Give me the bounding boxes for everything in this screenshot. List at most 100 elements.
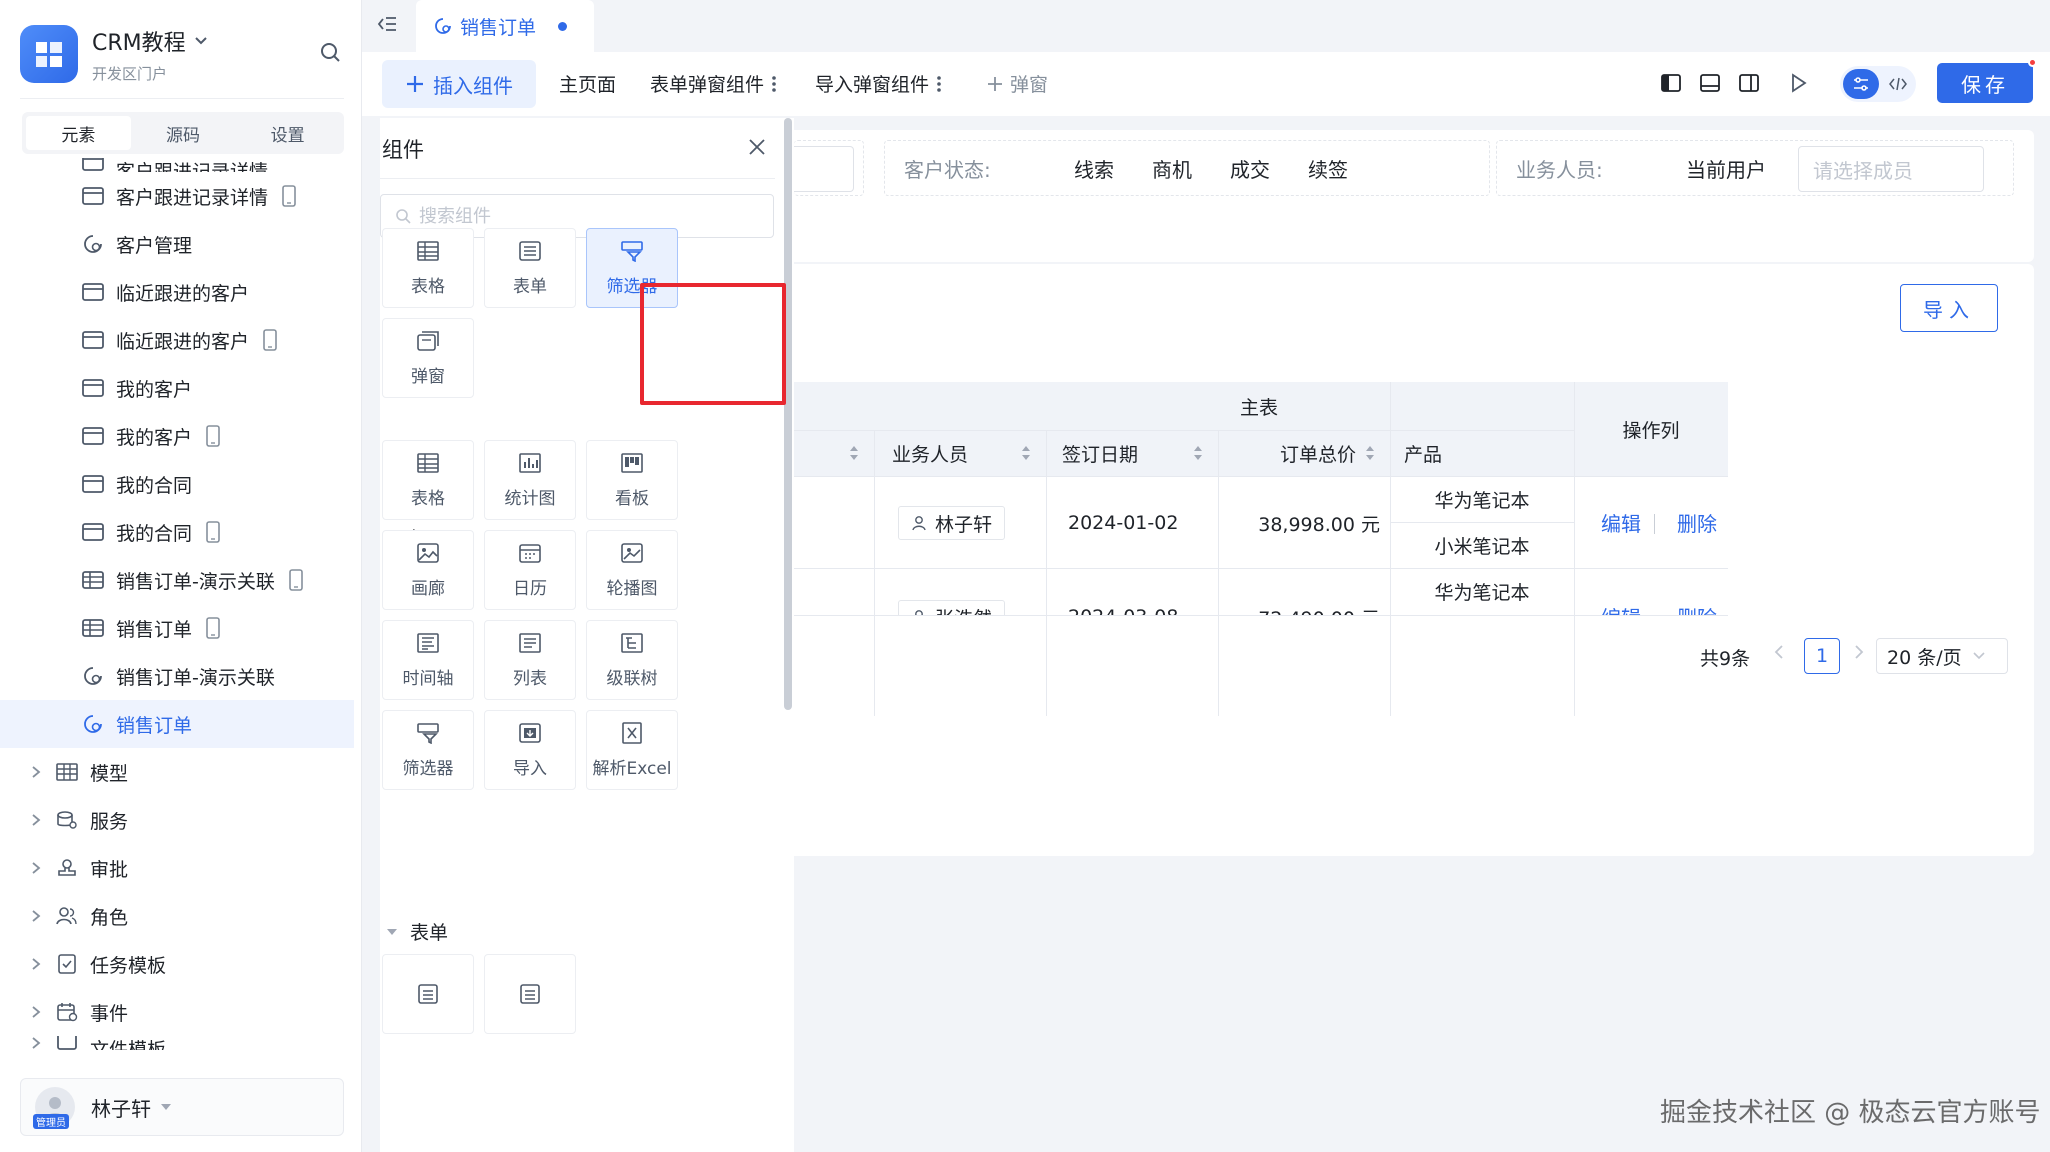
close-icon[interactable] <box>748 138 766 156</box>
tree-item[interactable]: 临近跟进的客户 <box>0 316 354 364</box>
tab-source[interactable]: 源码 <box>131 116 236 150</box>
column-header[interactable]: 业务人员 <box>874 430 1046 476</box>
member-select[interactable]: 请选择成员 <box>1798 146 1984 192</box>
search-icon[interactable] <box>318 40 361 64</box>
component-card[interactable]: 导入 <box>484 710 576 790</box>
component-card[interactable] <box>484 954 576 1034</box>
edit-link[interactable]: 编辑 <box>1601 508 1641 537</box>
component-card[interactable]: 表格 <box>382 228 474 308</box>
panel-scrollbar[interactable] <box>784 118 792 710</box>
next-page-icon[interactable] <box>1852 642 1866 662</box>
component-search-input[interactable] <box>419 205 749 227</box>
filter-component[interactable]: 客户状态: 线索 商机 成交 续签 业务人员: 当前用户 请选择成员 <box>794 130 2034 262</box>
component-card[interactable] <box>382 954 474 1034</box>
tree-group[interactable]: 文件模板 <box>0 1036 354 1050</box>
component-card[interactable]: 时间轴 <box>382 620 474 700</box>
layout-right-icon[interactable] <box>1738 72 1760 94</box>
tab-elements[interactable]: 元素 <box>26 116 131 150</box>
tree-group[interactable]: 服务 <box>0 796 354 844</box>
preview-play-icon[interactable] <box>1787 72 1809 94</box>
edit-link[interactable]: 编辑 <box>1601 602 1641 615</box>
layout-left-icon[interactable] <box>1660 72 1682 94</box>
tree-item[interactable]: 客户跟进记录详情 <box>0 172 354 220</box>
tree-item[interactable]: 销售订单-演示关联 <box>0 652 354 700</box>
component-card[interactable]: 看板 <box>586 440 678 520</box>
page-tab[interactable]: 销售订单 <box>416 0 594 52</box>
tree-item[interactable]: 我的客户 <box>0 364 354 412</box>
delete-link[interactable]: 删除 <box>1677 508 1717 537</box>
tree-item[interactable]: 我的合同 <box>0 460 354 508</box>
tree-group[interactable]: 任务模板 <box>0 940 354 988</box>
tab-settings[interactable]: 设置 <box>235 116 340 150</box>
role-badge: 管理员 <box>33 1114 69 1129</box>
status-option[interactable]: 续签 <box>1308 154 1348 183</box>
component-card[interactable]: 弹窗 <box>382 318 474 398</box>
status-option[interactable]: 线索 <box>1074 154 1114 183</box>
tree-group[interactable]: 角色 <box>0 892 354 940</box>
tree-item[interactable]: 销售订单 <box>0 604 354 652</box>
tree-item[interactable]: 我的合同 <box>0 508 354 556</box>
status-option[interactable]: 成交 <box>1230 154 1270 183</box>
filter-icon <box>620 240 644 262</box>
collapse-sidebar-icon[interactable] <box>376 14 398 34</box>
import-button[interactable]: 导入 <box>1900 284 1998 332</box>
component-card[interactable]: 统计图 <box>484 440 576 520</box>
component-card[interactable]: 日历 <box>484 530 576 610</box>
component-card[interactable]: 解析Excel <box>586 710 678 790</box>
more-vertical-icon[interactable] <box>770 74 778 94</box>
tree-item[interactable]: 我的客户 <box>0 412 354 460</box>
user-menu[interactable]: 管理员 林子轩 <box>20 1078 344 1136</box>
component-card[interactable]: 表格 <box>382 440 474 520</box>
app-brand[interactable]: CRM教程 开发区门户 <box>20 20 350 88</box>
component-card[interactable]: 画廊 <box>382 530 474 610</box>
user-icon <box>915 610 923 615</box>
page-size-select[interactable]: 20 条/页 <box>1876 638 2008 674</box>
tree-item[interactable]: 销售订单-演示关联 <box>0 556 354 604</box>
product-cell: 华为笔记本 <box>1434 489 1530 512</box>
tree-item[interactable]: 客户管理 <box>0 220 354 268</box>
column-header[interactable] <box>794 430 874 476</box>
main-page-tab[interactable]: 主页面 <box>559 70 616 97</box>
component-card[interactable]: 筛选器 <box>382 710 474 790</box>
sort-icon[interactable] <box>848 444 860 462</box>
page-tab-label: 销售订单 <box>460 16 537 39</box>
tree-group[interactable]: 模型 <box>0 748 354 796</box>
tree-item[interactable]: 客户跟进记录详情 <box>0 158 354 172</box>
tree-item-label: 客户跟进记录详情 <box>116 186 269 209</box>
column-header[interactable]: 产品 <box>1390 430 1574 476</box>
sort-icon[interactable] <box>1192 444 1204 462</box>
prev-page-icon[interactable] <box>1772 642 1786 662</box>
tree-group[interactable]: 事件 <box>0 988 354 1036</box>
section-form[interactable]: 表单 <box>386 918 448 945</box>
status-option[interactable]: 商机 <box>1152 154 1192 183</box>
component-card[interactable]: 筛选器 <box>586 228 678 308</box>
component-card[interactable]: 表单 <box>484 228 576 308</box>
page-size-value: 20 条/页 <box>1887 646 1962 669</box>
tree-group[interactable]: 审批 <box>0 844 354 892</box>
component-card-label: 看板 <box>615 488 649 509</box>
component-card[interactable]: 列表 <box>484 620 576 700</box>
column-header[interactable]: 签订日期 <box>1046 430 1218 476</box>
component-card[interactable]: 级联树 <box>586 620 678 700</box>
salesperson-option[interactable]: 当前用户 <box>1686 154 1766 183</box>
component-card[interactable]: 轮播图 <box>586 530 678 610</box>
import-modal-tab[interactable]: 导入弹窗组件 <box>815 70 943 97</box>
column-header[interactable]: 订单总价 <box>1218 430 1390 476</box>
more-vertical-icon[interactable] <box>935 74 943 94</box>
sort-icon[interactable] <box>1020 444 1032 462</box>
page-number[interactable]: 1 <box>1804 638 1840 674</box>
filter-input[interactable] <box>794 146 854 192</box>
save-button[interactable]: 保存 <box>1937 63 2033 103</box>
chevron-down-icon[interactable] <box>194 36 208 46</box>
table-component[interactable]: 导入 主表 业务人员 签订日期 订单总价 产品 操作列 林子轩 2024-01-… <box>794 264 2034 856</box>
tree-group-label: 模型 <box>90 762 129 785</box>
mode-toggle[interactable] <box>1840 66 1916 102</box>
tree-item[interactable]: 销售订单 <box>0 700 354 748</box>
sort-icon[interactable] <box>1364 444 1376 462</box>
insert-component-button[interactable]: 插入组件 <box>382 60 536 108</box>
tree-item[interactable]: 临近跟进的客户 <box>0 268 354 316</box>
add-modal-button[interactable]: 弹窗 <box>986 70 1048 97</box>
delete-link[interactable]: 删除 <box>1677 602 1717 615</box>
form-modal-tab[interactable]: 表单弹窗组件 <box>650 70 778 97</box>
layout-bottom-icon[interactable] <box>1699 72 1721 94</box>
